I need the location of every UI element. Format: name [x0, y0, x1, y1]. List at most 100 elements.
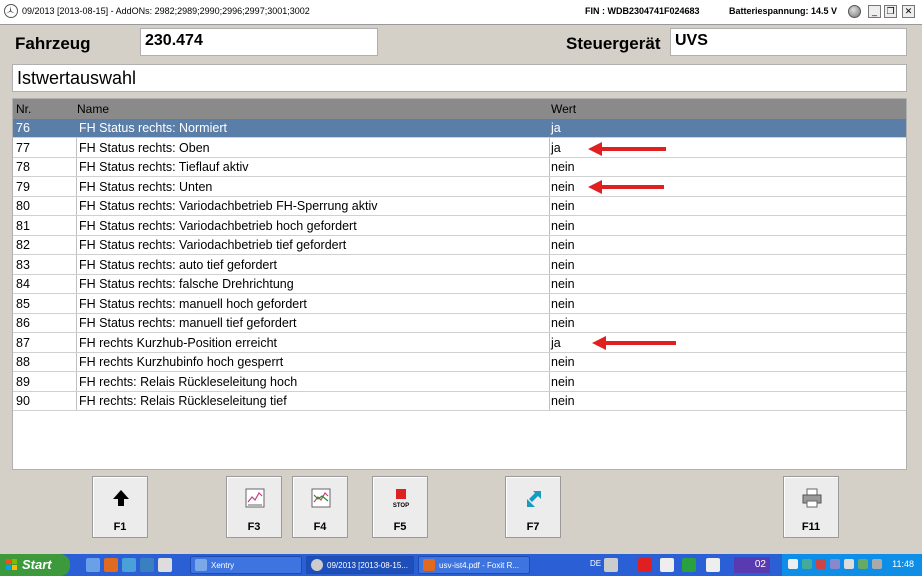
cell-nr: 84 — [16, 277, 30, 291]
cell-nr: 76 — [16, 121, 30, 135]
stop-icon: STOP — [393, 489, 409, 509]
cell-wert: nein — [551, 394, 575, 408]
language-indicator[interactable]: DE — [590, 559, 601, 568]
mercedes-logo-icon — [4, 4, 18, 18]
cell-wert: nein — [551, 238, 575, 252]
quicklaunch-icon[interactable] — [86, 558, 100, 572]
table-row[interactable]: 90 FH rechts: Relais Rückleseleitung tief… — [13, 392, 906, 411]
cell-name: FH Status rechts: falsche Drehrichtung — [79, 277, 294, 291]
cell-name: FH Status rechts: Normiert — [79, 121, 227, 135]
fin-label: FIN : WDB2304741F024683 — [585, 6, 700, 16]
table-row[interactable]: 87 FH rechts Kurzhub-Position erreicht ja — [13, 334, 906, 353]
steuergeraet-label: Steuergerät — [566, 34, 661, 53]
pdf-quicklaunch-icon[interactable] — [104, 558, 118, 572]
table-row[interactable]: 83 FH Status rechts: auto tief gefordert n… — [13, 256, 906, 275]
fahrzeug-label: Fahrzeug — [15, 34, 91, 53]
table-row[interactable]: 76 FH Status rechts: Normiert ja — [13, 119, 906, 138]
tray-app-icon[interactable] — [660, 558, 674, 572]
f11-button[interactable]: F11 — [783, 476, 839, 538]
task-diagnosis-window[interactable]: 09/2013 [2013-08-15... — [306, 556, 414, 574]
windows-flag-icon — [6, 559, 17, 570]
system-tray: 11:48 — [782, 554, 922, 576]
selection-title: Istwertauswahl — [12, 64, 907, 92]
swap-icon — [527, 491, 541, 507]
cell-nr: 89 — [16, 374, 30, 389]
table-row[interactable]: 80 FH Status rechts: Variodachbetrieb FH-… — [13, 197, 906, 216]
cell-wert: ja — [551, 335, 561, 350]
task-foxit-reader[interactable]: usv-ist4.pdf - Foxit R... — [418, 556, 530, 574]
table-row[interactable]: 78 FH Status rechts: Tieflauf aktiv nein — [13, 158, 906, 177]
cell-wert: nein — [551, 160, 575, 174]
tray-icon[interactable] — [830, 559, 840, 569]
column-header-wert[interactable]: Wert — [551, 102, 576, 116]
window-counter[interactable]: 02 — [734, 557, 770, 573]
table-row[interactable]: 88 FH rechts Kurzhubinfo hoch gesperrt nei… — [13, 353, 906, 372]
clock: 11:48 — [892, 559, 914, 569]
cell-name: FH rechts: Relais Rückleseleitung hoch — [79, 374, 298, 389]
table-row[interactable]: 84 FH Status rechts: falsche Drehrichtung… — [13, 275, 906, 294]
cell-nr: 83 — [16, 257, 30, 272]
battery-voltage: Batteriespannung: 14.5 V — [729, 6, 838, 16]
cell-nr: 87 — [16, 335, 30, 350]
battery-status-icon — [848, 5, 861, 18]
table-row[interactable]: 86 FH Status rechts: manuell tief geforde… — [13, 314, 906, 333]
stop-icon-text: STOP — [393, 503, 409, 509]
cell-wert: nein — [551, 316, 575, 330]
restore-button[interactable]: ❐ — [884, 5, 897, 18]
table-row[interactable]: 77 FH Status rechts: Oben ja — [13, 139, 906, 158]
tray-icon[interactable] — [858, 559, 868, 569]
title-bar: 09/2013 [2013-08-15] - AddONs: 2982;2989… — [0, 0, 922, 25]
tray-icon[interactable] — [844, 559, 854, 569]
tray-icon[interactable] — [802, 559, 812, 569]
tray-app-icon[interactable] — [706, 558, 720, 572]
cell-name: FH Status rechts: Oben — [79, 140, 210, 155]
cell-nr: 78 — [16, 160, 30, 174]
mercedes-logo-icon — [311, 559, 323, 571]
cell-nr: 77 — [16, 140, 30, 155]
cell-name: FH Status rechts: manuell tief gefordert — [79, 316, 297, 330]
chart-compare-icon — [311, 488, 331, 508]
task-xentry[interactable]: Xentry — [190, 556, 302, 574]
cell-name: FH Status rechts: manuell hoch gefordert — [79, 296, 307, 311]
annotation-arrow — [592, 336, 676, 350]
media-quicklaunch-icon[interactable] — [158, 558, 172, 572]
cell-name: FH Status rechts: auto tief gefordert — [79, 257, 278, 272]
table-row[interactable]: 82 FH Status rechts: Variodachbetrieb tie… — [13, 236, 906, 255]
arrow-up-icon — [113, 490, 129, 506]
table-row[interactable]: 79 FH Status rechts: Unten nein — [13, 178, 906, 197]
tray-icon[interactable] — [788, 559, 798, 569]
ie-quicklaunch-icon[interactable] — [122, 558, 136, 572]
fahrzeug-field: 230.474 — [140, 28, 378, 56]
cell-name: FH rechts Kurzhubinfo hoch gesperrt — [79, 355, 284, 369]
browser-quicklaunch-icon[interactable] — [140, 558, 154, 572]
column-header-name[interactable]: Name — [77, 102, 109, 116]
close-button[interactable]: ✕ — [902, 5, 915, 18]
f5-button[interactable]: STOP F5 — [372, 476, 428, 538]
cell-nr: 82 — [16, 238, 30, 252]
start-button[interactable]: Start — [0, 554, 70, 576]
cell-wert: nein — [551, 218, 575, 233]
f4-button[interactable]: F4 — [292, 476, 348, 538]
tray-app-icon[interactable] — [682, 558, 696, 572]
column-header-nr[interactable]: Nr. — [16, 102, 31, 116]
table-row[interactable]: 89 FH rechts: Relais Rückleseleitung hoch… — [13, 373, 906, 392]
f1-button[interactable]: F1 — [92, 476, 148, 538]
cell-nr: 90 — [16, 394, 30, 408]
tray-app-icon[interactable] — [604, 558, 618, 572]
f7-button[interactable]: F7 — [505, 476, 561, 538]
printer-icon — [802, 488, 822, 508]
cell-wert: nein — [551, 179, 575, 194]
table-row[interactable]: 85 FH Status rechts: manuell hoch geforde… — [13, 295, 906, 314]
tray-icon[interactable] — [816, 559, 826, 569]
cell-wert: nein — [551, 257, 575, 272]
minimize-button[interactable]: _ — [868, 5, 881, 18]
chart-icon — [245, 488, 265, 508]
tray-icon[interactable] — [872, 559, 882, 569]
blocked-icon[interactable] — [638, 558, 652, 572]
cell-wert: ja — [551, 121, 561, 135]
cell-wert: nein — [551, 355, 575, 369]
cell-wert: nein — [551, 277, 575, 291]
f3-button[interactable]: F3 — [226, 476, 282, 538]
table-row[interactable]: 81 FH Status rechts: Variodachbetrieb hoc… — [13, 217, 906, 236]
cell-nr: 88 — [16, 355, 30, 369]
